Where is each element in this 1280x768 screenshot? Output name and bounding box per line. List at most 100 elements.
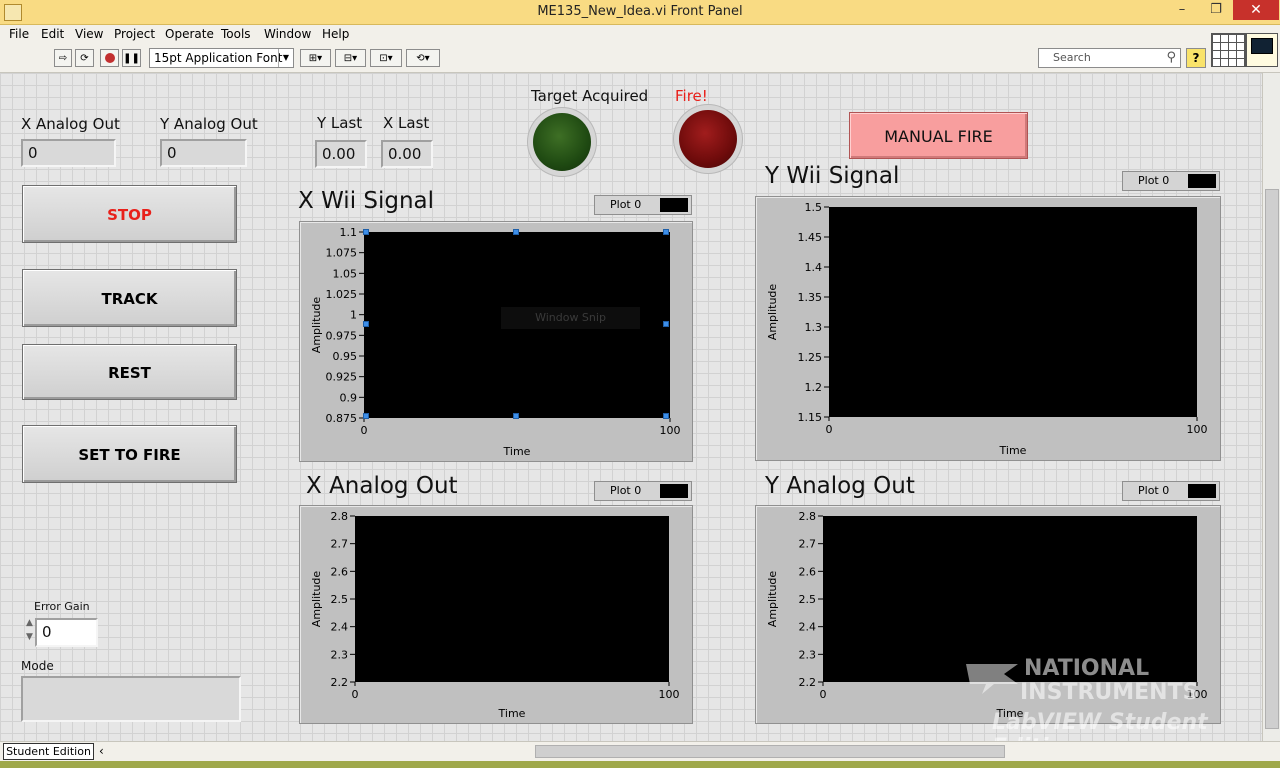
y-tick-label: 1.3 (805, 321, 823, 334)
maximize-button[interactable]: ❐ (1200, 0, 1232, 20)
abort-icon[interactable] (100, 49, 119, 67)
help-button[interactable]: ? (1186, 48, 1206, 68)
selection-handle[interactable] (663, 321, 669, 327)
menu-view[interactable]: View (75, 27, 103, 41)
close-button[interactable]: ✕ (1233, 0, 1279, 20)
x-axis-label: Time (498, 707, 526, 720)
menu-help[interactable]: Help (322, 27, 349, 41)
student-edition-tab[interactable]: Student Edition (3, 743, 94, 760)
y-tick-label: 2.4 (331, 621, 349, 634)
chart-svg: 2.8 2.7 2.6 2.5 2.4 2.3 2.20 100 Time Amplitude (766, 510, 1208, 720)
scroll-left-icon[interactable]: ‹ (99, 744, 104, 758)
x-tick-label: 100 (1187, 423, 1208, 436)
menu-project[interactable]: Project (114, 27, 155, 41)
selection-handle[interactable] (663, 413, 669, 419)
target-acquired-label: Target Acquired (531, 87, 649, 105)
y-tick-label: 2.2 (799, 676, 817, 689)
stop-button[interactable]: STOP (22, 185, 237, 243)
y-tick-label: 1 (350, 309, 357, 322)
reorder-icon[interactable]: ⟲▾ (406, 49, 440, 67)
menu-window[interactable]: Window (264, 27, 311, 41)
selection-handle[interactable] (363, 321, 369, 327)
x-axis-label: Time (996, 707, 1024, 720)
selection-handle[interactable] (663, 229, 669, 235)
x-tick-label: 0 (820, 688, 827, 701)
minimize-button[interactable]: – (1166, 0, 1198, 20)
font-select-value: 15pt Application Font (154, 51, 283, 65)
y-analog-out-title: Y Analog Out (765, 473, 915, 499)
manual-fire-button[interactable]: MANUAL FIRE (849, 112, 1028, 159)
y-tick-label: 1.25 (798, 351, 823, 364)
plot-area[interactable] (829, 207, 1197, 417)
y-tick-label: 1.1 (340, 226, 358, 239)
menu-tools[interactable]: Tools (221, 27, 251, 41)
x-tick-label: 100 (1187, 688, 1208, 701)
chevron-down-icon: ▼ (278, 49, 293, 67)
vertical-scrollbar[interactable] (1262, 73, 1280, 741)
menu-operate[interactable]: Operate (165, 27, 214, 41)
search-icon: ⚲ (1166, 50, 1176, 65)
vi-icon[interactable] (1246, 33, 1278, 67)
y-tick-label: 0.925 (326, 371, 358, 384)
run-arrow-icon[interactable]: ⇨ (54, 49, 72, 67)
x-tick-label: 0 (352, 688, 359, 701)
x-axis-label: Time (999, 444, 1027, 457)
y-tick-label: 2.6 (799, 565, 817, 578)
y-tick-label: 2.3 (331, 648, 349, 661)
y-tick-label: 2.5 (331, 593, 349, 606)
align-objects-icon[interactable]: ⊞▾ (300, 49, 331, 67)
search-input[interactable]: Search ⚲ (1038, 48, 1181, 68)
selection-handle[interactable] (513, 229, 519, 235)
track-button[interactable]: TRACK (22, 269, 237, 327)
y-wii-legend[interactable]: Plot 0 (1122, 171, 1220, 191)
chart-svg: 1.1 1.075 1.05 1.025 1 0.975 0.95 0.925 0.9 0.875… (310, 226, 681, 458)
distribute-objects-icon[interactable]: ⊟▾ (335, 49, 366, 67)
y-analog-out-chart[interactable]: 2.8 2.7 2.6 2.5 2.4 2.3 2.2 0 100 Time Amplitude (755, 505, 1221, 724)
y-tick-label: 2.8 (799, 510, 817, 523)
y-tick-label: 1.4 (805, 261, 823, 274)
error-gain-increment-icon[interactable]: ▲ ▼ (24, 616, 35, 648)
x-wii-signal-chart[interactable]: 1.1 1.075 1.05 1.025 1 0.975 0.95 0.925 0.9 0.875… (299, 221, 693, 462)
plot-area[interactable] (823, 516, 1197, 682)
x-wii-legend[interactable]: Plot 0 (594, 195, 692, 215)
selection-handle[interactable] (513, 413, 519, 419)
x-analog-legend[interactable]: Plot 0 (594, 481, 692, 501)
selection-handle[interactable] (363, 229, 369, 235)
y-last-label: Y Last (317, 114, 363, 132)
plot-style-icon (660, 198, 688, 212)
legend-label: Plot 0 (1138, 484, 1170, 497)
connector-pane-icon[interactable] (1211, 33, 1246, 67)
resize-objects-icon[interactable]: ⊡▾ (370, 49, 402, 67)
x-last-label: X Last (383, 114, 430, 132)
rest-button[interactable]: REST (22, 344, 237, 400)
chart-svg: 1.5 1.45 1.4 1.35 1.3 1.25 1.2 1.150 100 Time Ampl… (766, 201, 1208, 457)
selection-handle[interactable] (363, 413, 369, 419)
y-tick-label: 1.075 (326, 247, 358, 260)
set-to-fire-button[interactable]: SET TO FIRE (22, 425, 237, 483)
horizontal-scroll-thumb[interactable] (535, 745, 1005, 758)
run-continuously-icon[interactable]: ⟳ (75, 49, 94, 67)
y-analog-legend[interactable]: Plot 0 (1122, 481, 1220, 501)
y-tick-label: 1.45 (798, 231, 823, 244)
menu-bar: File Edit View Project Operate Tools Win… (0, 25, 1280, 45)
pause-icon[interactable]: ❚❚ (122, 49, 141, 67)
mode-label: Mode (21, 659, 54, 673)
y-tick-label: 1.025 (326, 288, 358, 301)
menu-file[interactable]: File (9, 27, 29, 41)
plot-area[interactable] (355, 516, 669, 682)
y-tick-label: 0.875 (326, 412, 358, 425)
font-select[interactable]: 15pt Application Font ▼ (149, 48, 294, 68)
plot-style-icon (1188, 484, 1216, 498)
menu-edit[interactable]: Edit (41, 27, 64, 41)
fire-led (679, 110, 737, 168)
x-tick-label: 0 (826, 423, 833, 436)
y-tick-label: 2.7 (331, 538, 349, 551)
plot-style-icon (660, 484, 688, 498)
vertical-scroll-thumb[interactable] (1265, 189, 1279, 729)
y-analog-out-label: Y Analog Out (160, 115, 258, 133)
y-wii-signal-chart[interactable]: 1.5 1.45 1.4 1.35 1.3 1.25 1.2 1.15 0 100 Time Ampl… (755, 196, 1221, 461)
x-axis-label: Time (503, 445, 531, 458)
y-tick-label: 1.2 (805, 381, 823, 394)
x-analog-out-chart[interactable]: 2.8 2.7 2.6 2.5 2.4 2.3 2.2 0 100 Time Amplitude (299, 505, 693, 724)
error-gain-input[interactable]: 0 (35, 618, 98, 647)
